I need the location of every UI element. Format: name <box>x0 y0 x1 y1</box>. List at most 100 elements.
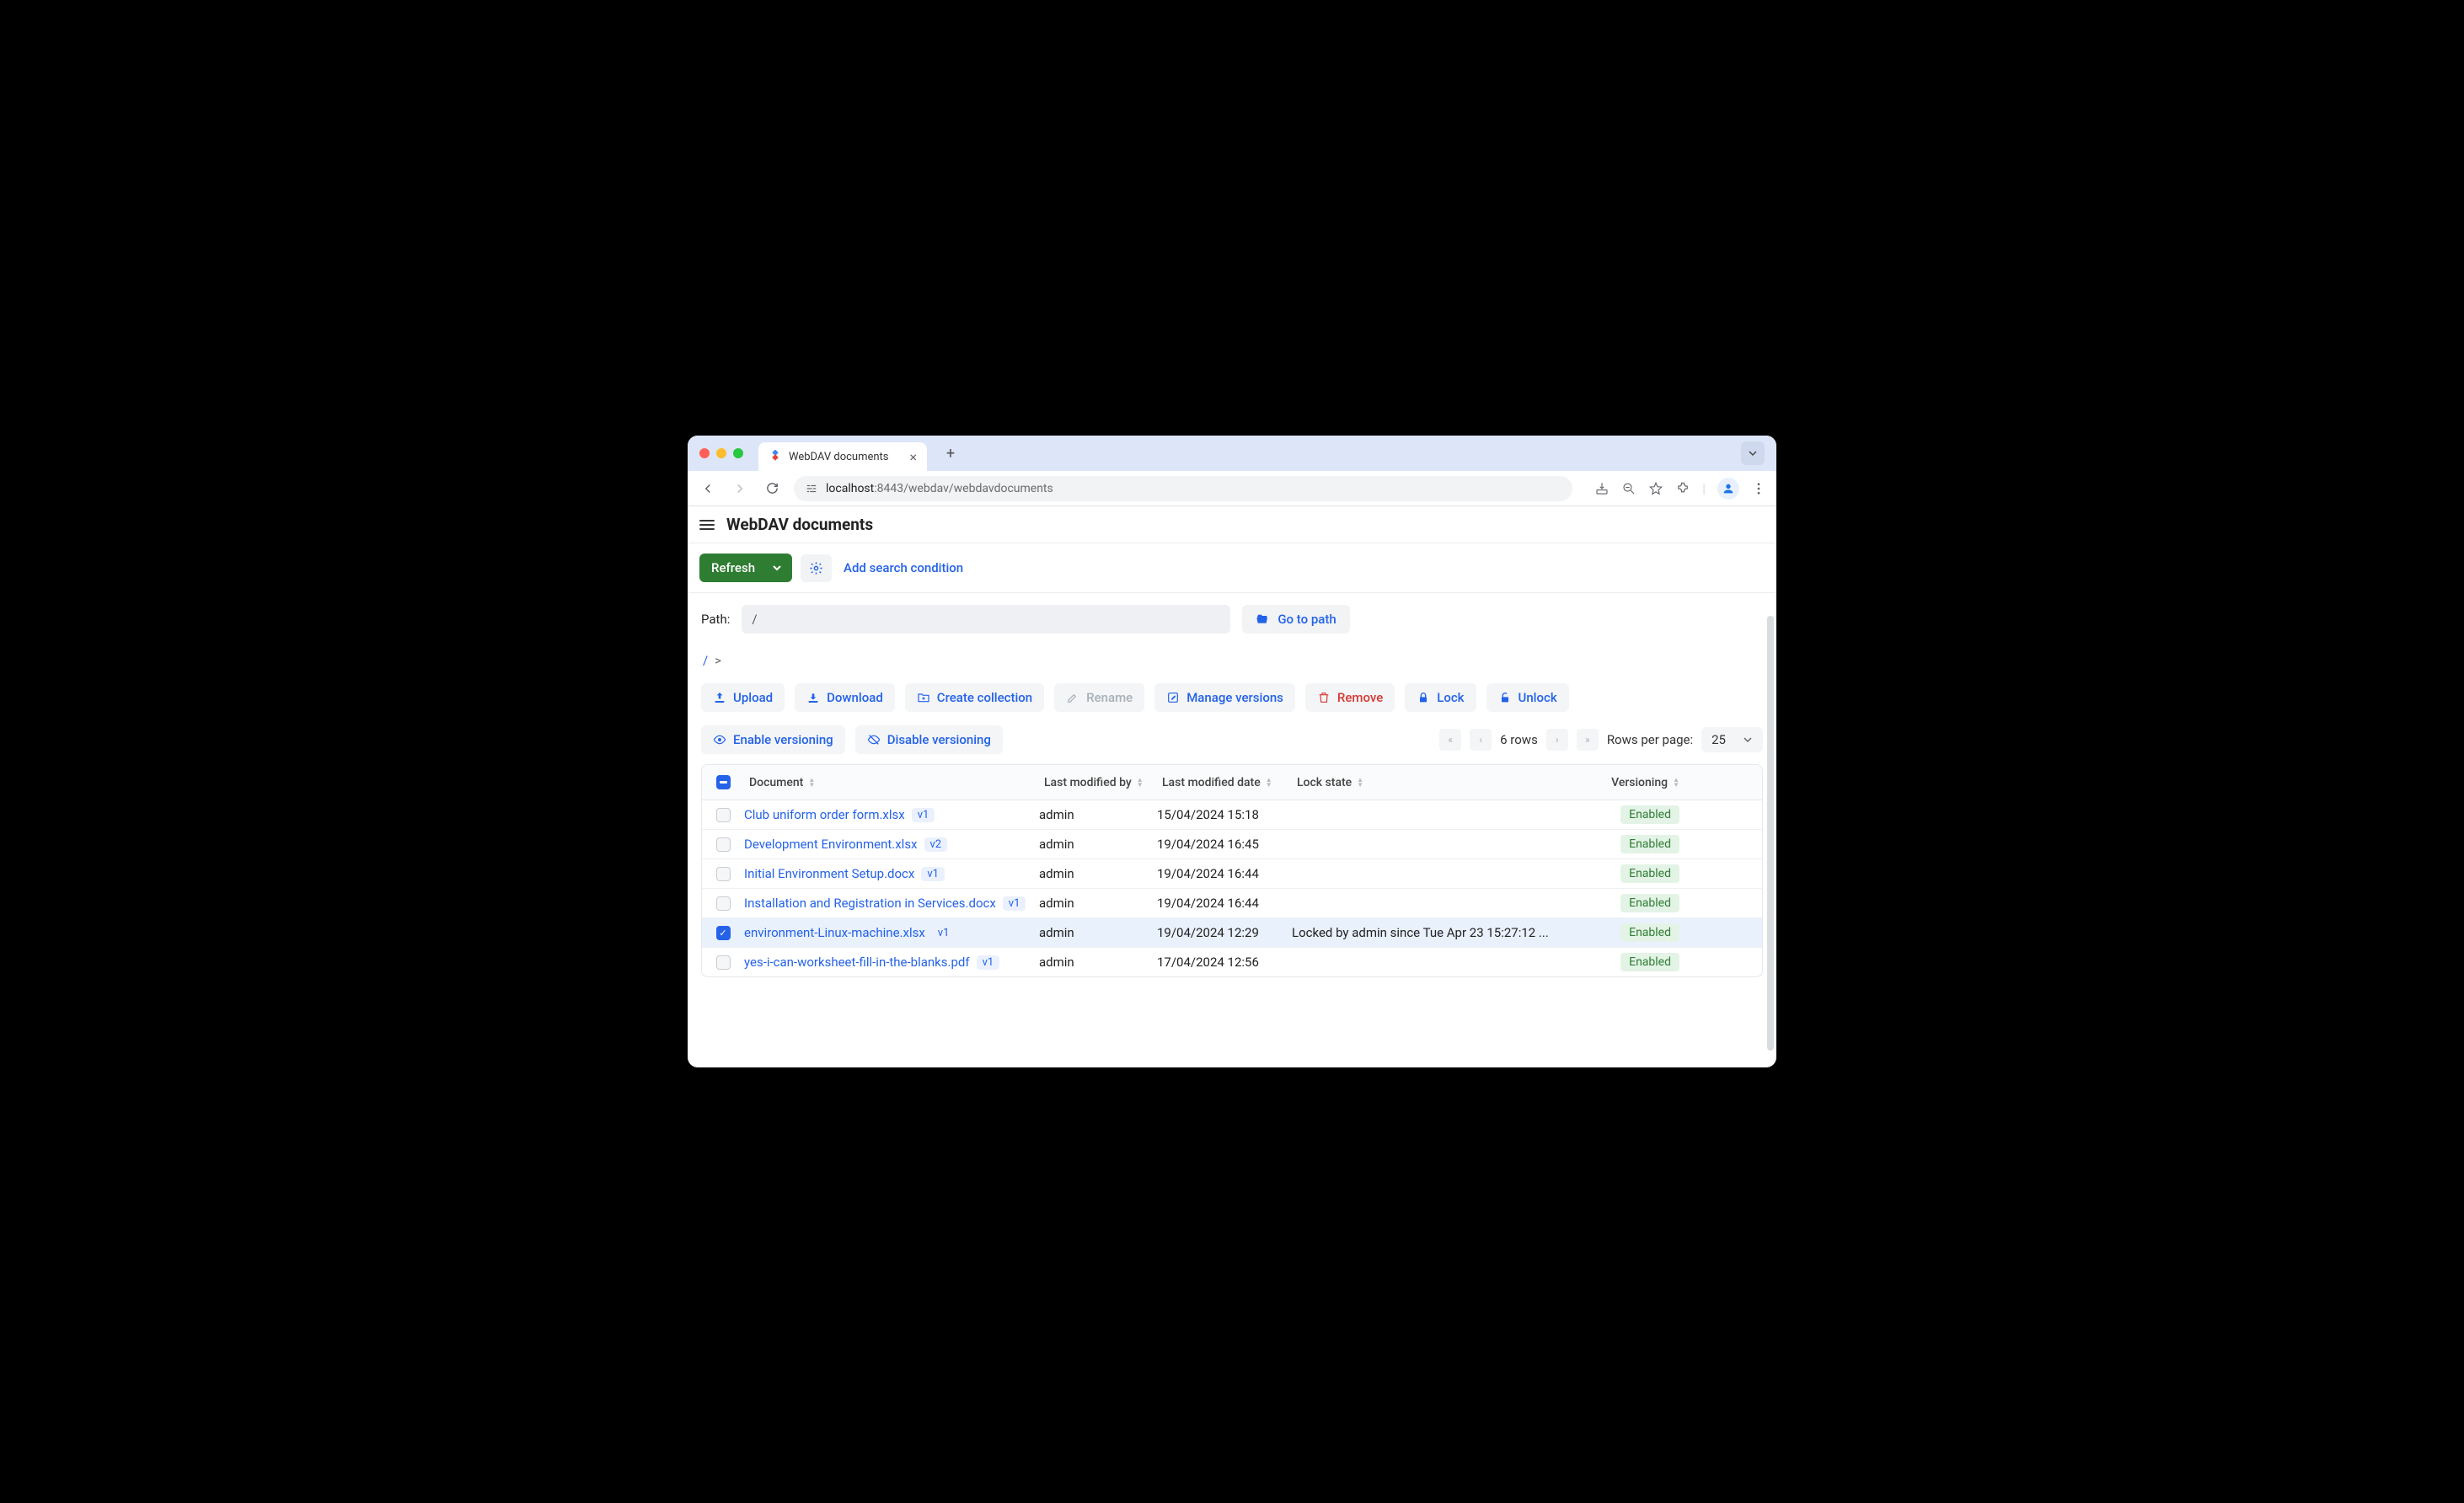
next-page-button[interactable]: › <box>1546 729 1568 751</box>
version-chip[interactable]: v1 <box>932 926 956 940</box>
tabs-dropdown-button[interactable] <box>1741 441 1765 465</box>
select-all-checkbox[interactable] <box>716 775 731 789</box>
table-row[interactable]: Initial Environment Setup.docxv1admin19/… <box>702 859 1762 889</box>
table-row[interactable]: ✓environment-Linux-machine.xlsxv1admin19… <box>702 918 1762 948</box>
browser-actions: | <box>1594 478 1766 500</box>
col-modified-date[interactable]: Last modified date▲▼ <box>1157 773 1292 793</box>
install-app-icon[interactable] <box>1594 481 1610 496</box>
browser-tab[interactable]: WebDAV documents × <box>758 442 927 471</box>
path-label: Path: <box>701 612 730 627</box>
modified-by-cell: admin <box>1039 837 1157 852</box>
remove-button[interactable]: Remove <box>1305 683 1395 712</box>
browser-address-bar: localhost:8443/webdav/webdavdocuments | <box>688 471 1776 506</box>
breadcrumb-root[interactable]: / <box>703 653 708 668</box>
document-link[interactable]: yes-i-can-worksheet-fill-in-the-blanks.p… <box>744 955 970 970</box>
refresh-button[interactable]: Refresh <box>699 554 767 582</box>
rows-count: 6 rows <box>1500 732 1538 747</box>
row-checkbox[interactable] <box>716 837 731 852</box>
page-content: WebDAV documents Refresh Add search cond… <box>688 506 1776 994</box>
chevron-down-icon <box>772 563 782 573</box>
prev-page-button[interactable]: ‹ <box>1470 729 1492 751</box>
url-field[interactable]: localhost:8443/webdav/webdavdocuments <box>794 476 1572 501</box>
col-lock-state[interactable]: Lock state▲▼ <box>1292 773 1561 793</box>
document-link[interactable]: Club uniform order form.xlsx <box>744 807 905 822</box>
new-tab-button[interactable]: + <box>939 441 962 465</box>
versioning-cell: Enabled <box>1561 953 1696 971</box>
enabled-badge: Enabled <box>1620 864 1679 883</box>
bookmark-star-icon[interactable] <box>1648 481 1663 496</box>
col-modified-by[interactable]: Last modified by▲▼ <box>1039 773 1157 793</box>
minimize-window-button[interactable] <box>716 448 726 458</box>
modified-by-cell: admin <box>1039 925 1157 940</box>
document-link[interactable]: Initial Environment Setup.docx <box>744 866 914 881</box>
refresh-dropdown-button[interactable] <box>762 554 792 582</box>
forward-button[interactable] <box>730 479 750 499</box>
breadcrumb-separator: > <box>715 653 721 668</box>
modified-date-cell: 19/04/2024 16:45 <box>1157 837 1292 852</box>
download-button[interactable]: Download <box>795 683 895 712</box>
modified-by-cell: admin <box>1039 807 1157 822</box>
eye-off-icon <box>867 733 881 746</box>
tab-close-icon[interactable]: × <box>909 449 917 465</box>
settings-button[interactable] <box>801 554 832 582</box>
back-button[interactable] <box>698 479 718 499</box>
lock-button[interactable]: Lock <box>1405 683 1476 712</box>
download-icon <box>806 691 820 704</box>
unlock-button[interactable]: Unlock <box>1486 683 1569 712</box>
close-window-button[interactable] <box>699 448 710 458</box>
document-link[interactable]: environment-Linux-machine.xlsx <box>744 925 925 940</box>
versioning-cell: Enabled <box>1561 923 1696 942</box>
table-row[interactable]: Development Environment.xlsx v2 admin19/04… <box>702 830 1762 859</box>
enabled-badge: Enabled <box>1620 953 1679 971</box>
create-collection-button[interactable]: Create collection <box>905 683 1044 712</box>
disable-versioning-button[interactable]: Disable versioning <box>855 725 1003 754</box>
sort-icon: ▲▼ <box>1266 778 1272 788</box>
row-checkbox[interactable] <box>716 896 731 911</box>
version-chip[interactable]: v2 <box>924 837 948 852</box>
reload-button[interactable] <box>762 479 782 499</box>
version-chip[interactable]: v1 <box>1003 896 1026 911</box>
gear-icon <box>809 561 823 575</box>
tab-title: WebDAV documents <box>789 451 889 463</box>
document-link[interactable]: Development Environment.xlsx <box>744 837 918 852</box>
zoom-icon[interactable] <box>1621 481 1636 496</box>
table-row[interactable]: Club uniform order form.xlsxv1admin15/04… <box>702 800 1762 830</box>
browser-menu-icon[interactable] <box>1751 481 1766 496</box>
version-chip[interactable]: v1 <box>912 808 935 822</box>
go-to-path-button[interactable]: Go to path <box>1242 605 1349 634</box>
row-checkbox[interactable]: ✓ <box>716 926 731 940</box>
scrollbar[interactable] <box>1767 616 1774 1051</box>
last-page-button[interactable]: » <box>1577 729 1599 751</box>
manage-versions-button[interactable]: Manage versions <box>1154 683 1295 712</box>
url-host: localhost <box>826 482 874 495</box>
upload-button[interactable]: Upload <box>701 683 785 712</box>
extensions-icon[interactable] <box>1675 481 1690 496</box>
sort-icon: ▲▼ <box>1673 778 1679 788</box>
rows-per-page-select[interactable]: 25 <box>1701 727 1763 752</box>
menu-icon[interactable] <box>699 520 715 530</box>
add-search-condition-link[interactable]: Add search condition <box>840 554 967 582</box>
enable-versioning-button[interactable]: Enable versioning <box>701 725 845 754</box>
version-chip[interactable]: v1 <box>977 955 1000 970</box>
lock-icon <box>1417 691 1430 704</box>
col-versioning[interactable]: Versioning▲▼ <box>1561 773 1696 793</box>
maximize-window-button[interactable] <box>733 448 743 458</box>
site-settings-icon[interactable] <box>806 483 817 495</box>
version-chip[interactable]: v1 <box>921 867 945 881</box>
modified-by-cell: admin <box>1039 955 1157 970</box>
enabled-badge: Enabled <box>1620 835 1679 853</box>
first-page-button[interactable]: « <box>1439 729 1461 751</box>
profile-avatar[interactable] <box>1717 478 1739 500</box>
table-row[interactable]: yes-i-can-worksheet-fill-in-the-blanks.p… <box>702 948 1762 976</box>
modified-date-cell: 17/04/2024 12:56 <box>1157 955 1292 970</box>
row-checkbox[interactable] <box>716 867 731 881</box>
document-link[interactable]: Installation and Registration in Service… <box>744 896 996 911</box>
path-input[interactable]: / <box>742 605 1230 634</box>
app-header: WebDAV documents <box>688 506 1776 543</box>
row-checkbox[interactable] <box>716 808 731 822</box>
row-checkbox[interactable] <box>716 955 731 970</box>
col-document[interactable]: Document▲▼ <box>744 773 1039 793</box>
table-row[interactable]: Installation and Registration in Service… <box>702 889 1762 918</box>
upload-icon <box>713 691 726 704</box>
sort-icon: ▲▼ <box>1137 778 1144 788</box>
